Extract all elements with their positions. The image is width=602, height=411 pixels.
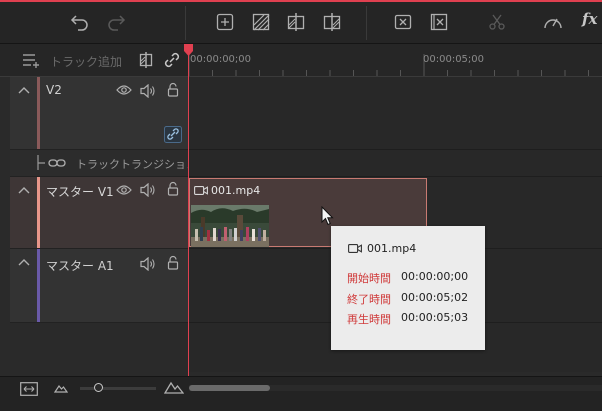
accent-line [0,0,602,2]
collapse-chevron-icon[interactable] [18,185,30,195]
eye-icon[interactable] [116,84,132,96]
collapse-chevron-icon[interactable] [18,257,30,267]
clip-thumbnail [191,205,269,247]
tooltip-value: 00:00:05;02 [401,291,469,304]
track-headers: V2 トラックトランジション マスター V1 マスター A1 [10,77,197,323]
tooltip-label: 開始時間 [347,272,391,285]
ruler-timecode: 00:00:00;00 [190,54,252,65]
add-track-label[interactable]: トラック追加 [50,53,122,70]
redo-icon[interactable] [106,12,126,32]
time-ruler[interactable]: 00:00:00;00 00:00:05;00 [189,44,602,76]
delete-icon[interactable] [394,13,412,31]
transition-label: トラックトランジション [76,158,197,171]
lane-v2[interactable] [189,77,602,150]
video-camera-icon [348,243,362,254]
zoom-out-mountain-icon[interactable] [54,383,68,393]
lock-icon[interactable] [167,255,179,270]
collapse-chevron-icon[interactable] [18,85,30,95]
tooltip-value: 00:00:00;00 [401,270,469,283]
zoom-in-mountain-icon[interactable] [164,380,184,394]
undo-icon[interactable] [70,12,90,32]
scissors-icon[interactable] [488,13,506,31]
tooltip-label: 再生時間 [347,313,391,326]
ripple-delete-icon[interactable] [430,13,448,31]
track-name: マスター V1 [46,185,114,199]
split-clip-icon[interactable] [252,13,270,31]
tooltip-label: 終了時間 [347,293,391,306]
ruler-timecode: 00:00:05;00 [423,54,485,65]
playhead-handle[interactable] [184,44,193,56]
add-marker-icon[interactable] [216,13,234,31]
toolbar-divider [366,6,367,40]
track-header-master-a1[interactable]: マスター A1 [10,249,188,323]
eye-icon[interactable] [116,184,132,196]
clip-info-tooltip: 001.mp4 開始時間 00:00:00;00 終了時間 00:00:05;0… [331,226,485,350]
snap-icon[interactable] [138,52,154,68]
split-right-icon[interactable] [323,13,341,31]
video-camera-icon [194,185,208,196]
track-color-bar [37,249,40,322]
fx-icon[interactable]: fx [582,10,597,28]
lock-icon[interactable] [167,82,179,97]
playhead-line[interactable] [188,46,189,376]
mouse-cursor-icon [321,206,334,226]
clip-filename: 001.mp4 [211,184,261,197]
speaker-icon[interactable] [140,84,156,98]
tooltip-filename: 001.mp4 [367,242,417,255]
track-header-master-v1[interactable]: マスター V1 [10,177,188,249]
fit-timeline-icon[interactable] [20,382,38,396]
track-link-icon[interactable] [164,126,182,143]
zoom-slider-track[interactable] [80,387,156,390]
track-name: V2 [46,83,62,97]
speaker-icon[interactable] [140,183,156,197]
tree-connector-icon [36,155,46,171]
speaker-icon[interactable] [140,257,156,271]
top-toolbar: fx [0,0,602,44]
tooltip-value: 00:00:05;03 [401,311,469,324]
track-color-bar [37,177,40,248]
toolbar-divider [185,6,186,40]
timeline-header: トラック追加 00:00:00;00 00:00:05;00 [0,44,602,77]
bottom-bar [0,376,602,411]
zoom-slider-knob[interactable] [94,383,103,392]
lane-transition[interactable] [189,150,602,177]
link-icon[interactable] [164,52,180,68]
scrollbar-thumb[interactable] [189,385,270,391]
speed-icon[interactable] [543,13,563,31]
split-left-icon[interactable] [287,13,305,31]
track-header-v2[interactable]: V2 [10,77,188,150]
lock-icon[interactable] [167,181,179,196]
link-icon [48,158,66,168]
track-color-bar [37,77,40,149]
track-transition-row[interactable]: トラックトランジション [10,150,197,177]
track-name: マスター A1 [46,259,114,273]
add-track-icon[interactable] [22,52,40,68]
